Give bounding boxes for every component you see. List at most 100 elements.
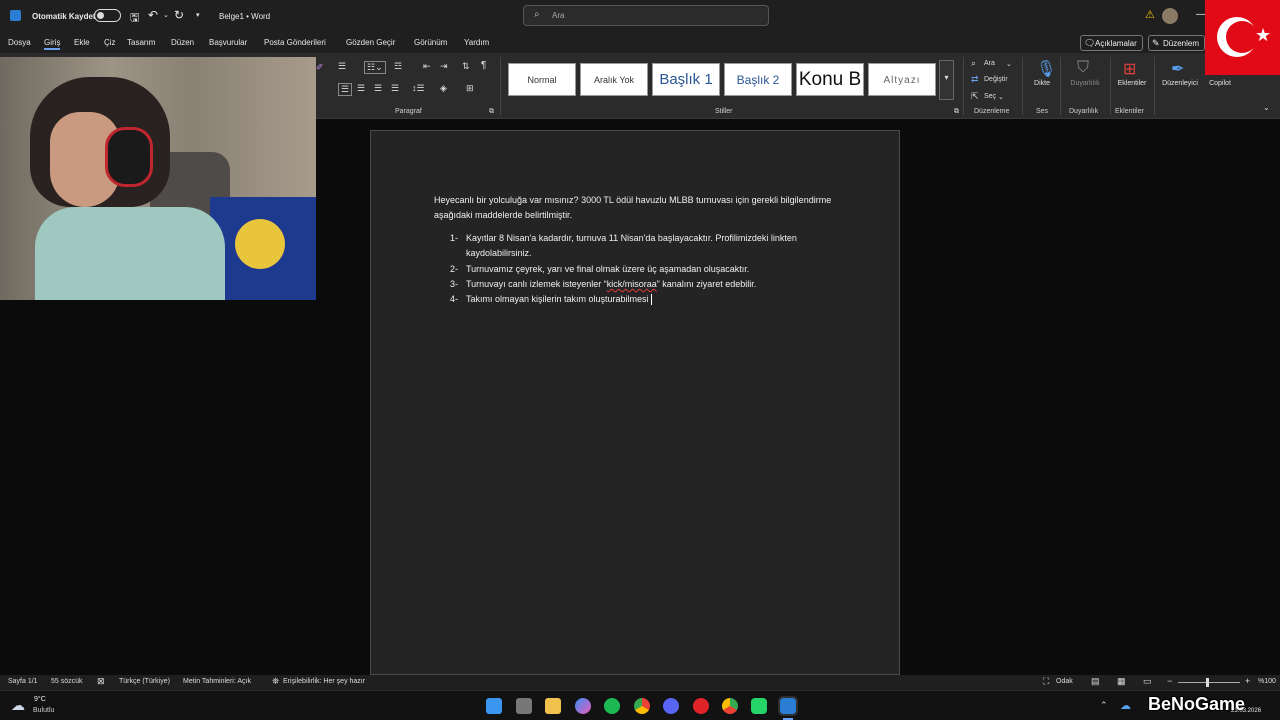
- page-count[interactable]: Sayfa 1/1: [8, 678, 38, 685]
- editor-button[interactable]: ✒ Düzenleyici: [1158, 56, 1202, 87]
- sensitivity-button[interactable]: ⛉ Duyarlılık: [1066, 56, 1104, 87]
- zoom-level[interactable]: %100: [1258, 678, 1276, 685]
- weather-cloud-icon[interactable]: ☁: [11, 697, 25, 714]
- comments-button[interactable]: 🗨 Açıklamalar: [1080, 35, 1143, 51]
- format-painter-icon[interactable]: ✐: [316, 62, 324, 73]
- decrease-indent-icon[interactable]: ⇤: [423, 61, 431, 72]
- focus-label[interactable]: Odak: [1056, 678, 1073, 685]
- style-title[interactable]: Konu B: [796, 63, 864, 96]
- multilevel-list-icon[interactable]: ☲: [394, 61, 402, 72]
- zoom-out-icon[interactable]: −: [1167, 676, 1172, 686]
- task-view-icon[interactable]: [516, 698, 532, 714]
- language-indicator[interactable]: Türkçe (Türkiye): [119, 678, 170, 685]
- tab-duzen[interactable]: Düzen: [171, 38, 194, 47]
- borders-icon[interactable]: ⊞: [466, 83, 474, 94]
- style-normal[interactable]: Normal: [508, 63, 576, 96]
- autosave-toggle[interactable]: [94, 9, 121, 22]
- spotify-icon[interactable]: [604, 698, 620, 714]
- tab-ekle[interactable]: Ekle: [74, 38, 90, 47]
- styles-gallery-scroll[interactable]: ▾: [939, 60, 954, 100]
- undo-dropdown-icon[interactable]: ⌄: [163, 11, 169, 19]
- find-label[interactable]: Ara: [984, 60, 995, 67]
- line-spacing-icon[interactable]: ↕☰: [412, 83, 425, 94]
- zoom-in-icon[interactable]: +: [1245, 676, 1250, 686]
- shading-icon[interactable]: ◈: [440, 83, 447, 94]
- customize-qat-icon[interactable]: ▾: [196, 11, 200, 19]
- find-icon[interactable]: ⌕: [971, 58, 976, 69]
- styles-dialog-launcher-icon[interactable]: ⧉: [954, 108, 959, 116]
- onedrive-icon[interactable]: ☁: [1120, 699, 1131, 712]
- clock-date[interactable]: 23.03.2026: [1231, 708, 1261, 714]
- increase-indent-icon[interactable]: ⇥: [440, 61, 448, 72]
- text-predictions[interactable]: Metin Tahminleri: Açık: [183, 678, 251, 685]
- find-dropdown-icon[interactable]: ⌄: [1006, 60, 1012, 68]
- proofing-icon[interactable]: ⊠: [97, 676, 105, 687]
- file-explorer-icon[interactable]: [545, 698, 561, 714]
- word-app-icon[interactable]: [10, 10, 21, 21]
- zoom-slider[interactable]: [1178, 682, 1240, 683]
- style-subtitle[interactable]: Altyazı: [868, 63, 936, 96]
- paragraph-dialog-launcher-icon[interactable]: ⧉: [489, 108, 494, 116]
- tab-yardim[interactable]: Yardım: [464, 38, 489, 47]
- align-left-icon[interactable]: ☰: [338, 83, 353, 96]
- select-icon[interactable]: ⇱: [971, 91, 979, 102]
- tab-basvurular[interactable]: Başvurular: [209, 38, 247, 47]
- tab-dosya[interactable]: Dosya: [8, 38, 31, 47]
- ribbon-collapse-icon[interactable]: ⌄: [1263, 103, 1270, 112]
- tab-gozden-gecir[interactable]: Gözden Geçir: [346, 38, 395, 47]
- pilcrow-icon[interactable]: ¶: [481, 60, 486, 71]
- start-button-icon[interactable]: [486, 698, 502, 714]
- focus-icon[interactable]: ⛶: [1043, 676, 1049, 687]
- web-layout-icon[interactable]: ▭: [1143, 676, 1152, 687]
- style-no-spacing[interactable]: Aralık Yok: [580, 63, 648, 96]
- document-page[interactable]: Heyecanlı bir yolculuğa var mısınız? 300…: [370, 130, 900, 675]
- weather-condition[interactable]: Bulutlu: [33, 707, 54, 714]
- channel-name-misspelled[interactable]: kick/misoraa: [607, 279, 657, 289]
- warning-icon[interactable]: ⚠: [1145, 8, 1155, 21]
- intro-paragraph[interactable]: Heyecanlı bir yolculuğa var mısınız? 300…: [434, 193, 844, 223]
- discord-icon[interactable]: [663, 698, 679, 714]
- redo-icon[interactable]: ↻: [174, 8, 184, 22]
- accessibility-status[interactable]: Erişilebilirlik: Her şey hazır: [283, 678, 365, 685]
- select-label[interactable]: Seç: [984, 93, 996, 100]
- copilot-taskbar-icon[interactable]: [575, 698, 591, 714]
- justify-icon[interactable]: ☰: [391, 83, 399, 94]
- word-count[interactable]: 55 sözcük: [51, 678, 83, 685]
- tab-gorunum[interactable]: Görünüm: [414, 38, 447, 47]
- list-item[interactable]: 1- Kayıtlar 8 Nisan'a kadardır, turnuva …: [450, 231, 810, 261]
- chrome-profile-icon[interactable]: [722, 698, 738, 714]
- style-heading-2[interactable]: Başlık 2: [724, 63, 792, 96]
- avatar[interactable]: [1162, 8, 1178, 24]
- replace-label[interactable]: Değiştir: [984, 76, 1008, 83]
- chrome-icon[interactable]: [634, 698, 650, 714]
- weather-temp[interactable]: 9°C: [34, 696, 46, 703]
- tray-chevron-icon[interactable]: ⌃: [1100, 700, 1108, 711]
- style-heading-1[interactable]: Başlık 1: [652, 63, 720, 96]
- tab-posta[interactable]: Posta Gönderileri: [264, 38, 326, 47]
- webcam-flag-emblem: [235, 219, 285, 269]
- search-icon: ⌕: [534, 9, 540, 20]
- undo-icon[interactable]: ↶: [148, 8, 158, 22]
- addins-button[interactable]: ⊞ Eklentiler: [1114, 56, 1150, 87]
- replace-icon[interactable]: ⇄: [971, 74, 979, 85]
- zoom-slider-thumb[interactable]: [1206, 678, 1209, 687]
- tab-tasarim[interactable]: Tasarım: [127, 38, 155, 47]
- tab-giris[interactable]: Giriş: [44, 38, 61, 50]
- word-taskbar-icon[interactable]: [778, 696, 798, 716]
- accessibility-icon[interactable]: ⛯: [272, 676, 279, 687]
- whatsapp-icon[interactable]: [751, 698, 767, 714]
- align-right-icon[interactable]: ☰: [374, 83, 382, 94]
- select-dropdown-icon[interactable]: ⌄: [998, 93, 1004, 101]
- opera-icon[interactable]: [693, 698, 709, 714]
- sort-icon[interactable]: ⇅: [462, 61, 470, 72]
- tab-ciz[interactable]: Çiz: [104, 38, 116, 47]
- editing-mode-button[interactable]: ✎ Düzenlem: [1148, 35, 1206, 51]
- numbering-icon[interactable]: ☷⌄: [364, 61, 386, 74]
- align-center-icon[interactable]: ☰: [357, 83, 365, 94]
- save-icon[interactable]: 🖫: [130, 9, 139, 28]
- print-layout-icon[interactable]: ▦: [1117, 676, 1126, 687]
- search-box[interactable]: ⌕ Ara: [523, 5, 769, 26]
- bullets-icon[interactable]: ☰: [338, 61, 346, 72]
- read-mode-icon[interactable]: ▤: [1091, 676, 1100, 687]
- dictate-button[interactable]: 🎙 Dikte: [1028, 56, 1056, 87]
